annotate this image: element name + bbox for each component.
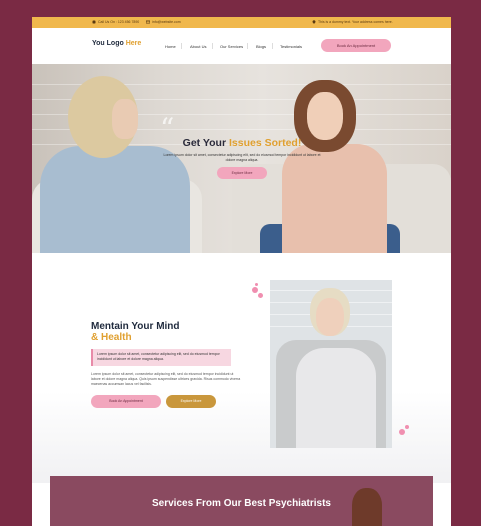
psychiatrist-figure bbox=[296, 348, 376, 448]
nav-divider bbox=[247, 43, 248, 49]
decor-dot bbox=[255, 283, 258, 286]
top-info-bar: Call Us On : 123 456 7890 info@website.c… bbox=[32, 17, 451, 28]
location-pin-icon bbox=[312, 20, 316, 24]
logo-text: You Logo bbox=[92, 40, 126, 47]
about-title-accent: & Health bbox=[91, 332, 132, 343]
address-text: This is a dummy text. Your address comes… bbox=[318, 20, 393, 24]
decor-dot bbox=[258, 293, 263, 298]
about-explore-button[interactable]: Explore More bbox=[166, 395, 216, 408]
address-info: This is a dummy text. Your address comes… bbox=[312, 20, 393, 24]
nav-blogs[interactable]: Blogs bbox=[256, 44, 266, 49]
nav-divider bbox=[212, 43, 213, 49]
hero-title-highlight: Issues Sorted! bbox=[228, 137, 302, 149]
about-book-button[interactable]: Book An Appointment bbox=[91, 395, 161, 408]
nav-testimonials[interactable]: Testimonials bbox=[280, 44, 302, 49]
hero-subtitle: Lorem ipsum dolor sit amet, consectetur … bbox=[163, 153, 321, 162]
services-section: Services From Our Best Psychiatrists bbox=[50, 476, 433, 526]
therapist-figure bbox=[40, 146, 190, 253]
explore-more-button[interactable]: Explore More bbox=[217, 167, 267, 179]
decor-dot bbox=[399, 429, 405, 435]
mail-icon bbox=[146, 20, 150, 24]
hero-banner: “ Get Your Issues Sorted! Lorem ipsum do… bbox=[32, 64, 451, 253]
nav-home[interactable]: Home bbox=[165, 44, 176, 49]
hero-title: Get Your Issues Sorted! bbox=[152, 137, 332, 149]
site-logo[interactable]: You Logo Here bbox=[92, 40, 141, 47]
decor-dot bbox=[252, 287, 258, 293]
site-header: You Logo Here Home About Us Our Services… bbox=[32, 28, 451, 64]
nav-services[interactable]: Our Services bbox=[220, 44, 243, 49]
therapist-face bbox=[112, 99, 138, 139]
decor-dot bbox=[405, 425, 409, 429]
book-appointment-button[interactable]: Book An Appointment bbox=[321, 39, 391, 52]
email-text: info@website.com bbox=[152, 20, 181, 24]
email-info[interactable]: info@website.com bbox=[146, 20, 181, 24]
phone-icon bbox=[92, 20, 96, 24]
client-face bbox=[307, 92, 343, 140]
about-quote: Lorem ipsum dolor sit amet, consectetur … bbox=[91, 349, 231, 366]
phone-info[interactable]: Call Us On : 123 456 7890 bbox=[92, 20, 139, 24]
hero-title-text: Get Your bbox=[182, 137, 229, 149]
nav-divider bbox=[272, 43, 273, 49]
logo-accent: Here bbox=[125, 40, 142, 47]
about-paragraph: Lorem ipsum dolor sit amet, consectetur … bbox=[91, 372, 241, 386]
about-title: Mentain Your Mind bbox=[91, 321, 180, 332]
nav-divider bbox=[181, 43, 182, 49]
website-page: Call Us On : 123 456 7890 info@website.c… bbox=[32, 17, 451, 526]
psychiatrist-face bbox=[316, 298, 344, 336]
services-title: Services From Our Best Psychiatrists bbox=[152, 498, 331, 509]
phone-text: Call Us On : 123 456 7890 bbox=[98, 20, 140, 24]
psychiatrist-photo bbox=[270, 280, 392, 448]
nav-about[interactable]: About Us bbox=[190, 44, 206, 49]
